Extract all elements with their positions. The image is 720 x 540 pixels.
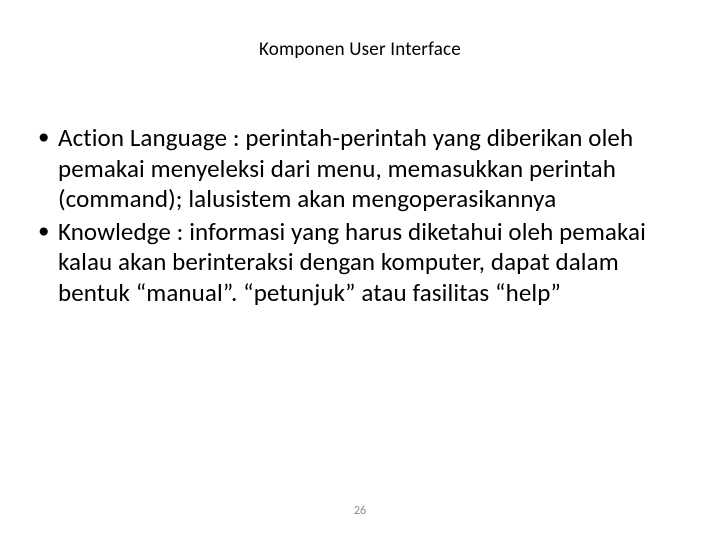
list-item: Knowledge : informasi yang harus diketah… [58,217,684,309]
page-number: 26 [354,504,366,518]
list-item: Action Language : perintah-perintah yang… [58,123,684,215]
bullet-list: Action Language : perintah-perintah yang… [36,123,684,308]
slide-title: Komponen User Interface [36,38,684,61]
slide: Komponen User Interface Action Language … [0,0,720,540]
